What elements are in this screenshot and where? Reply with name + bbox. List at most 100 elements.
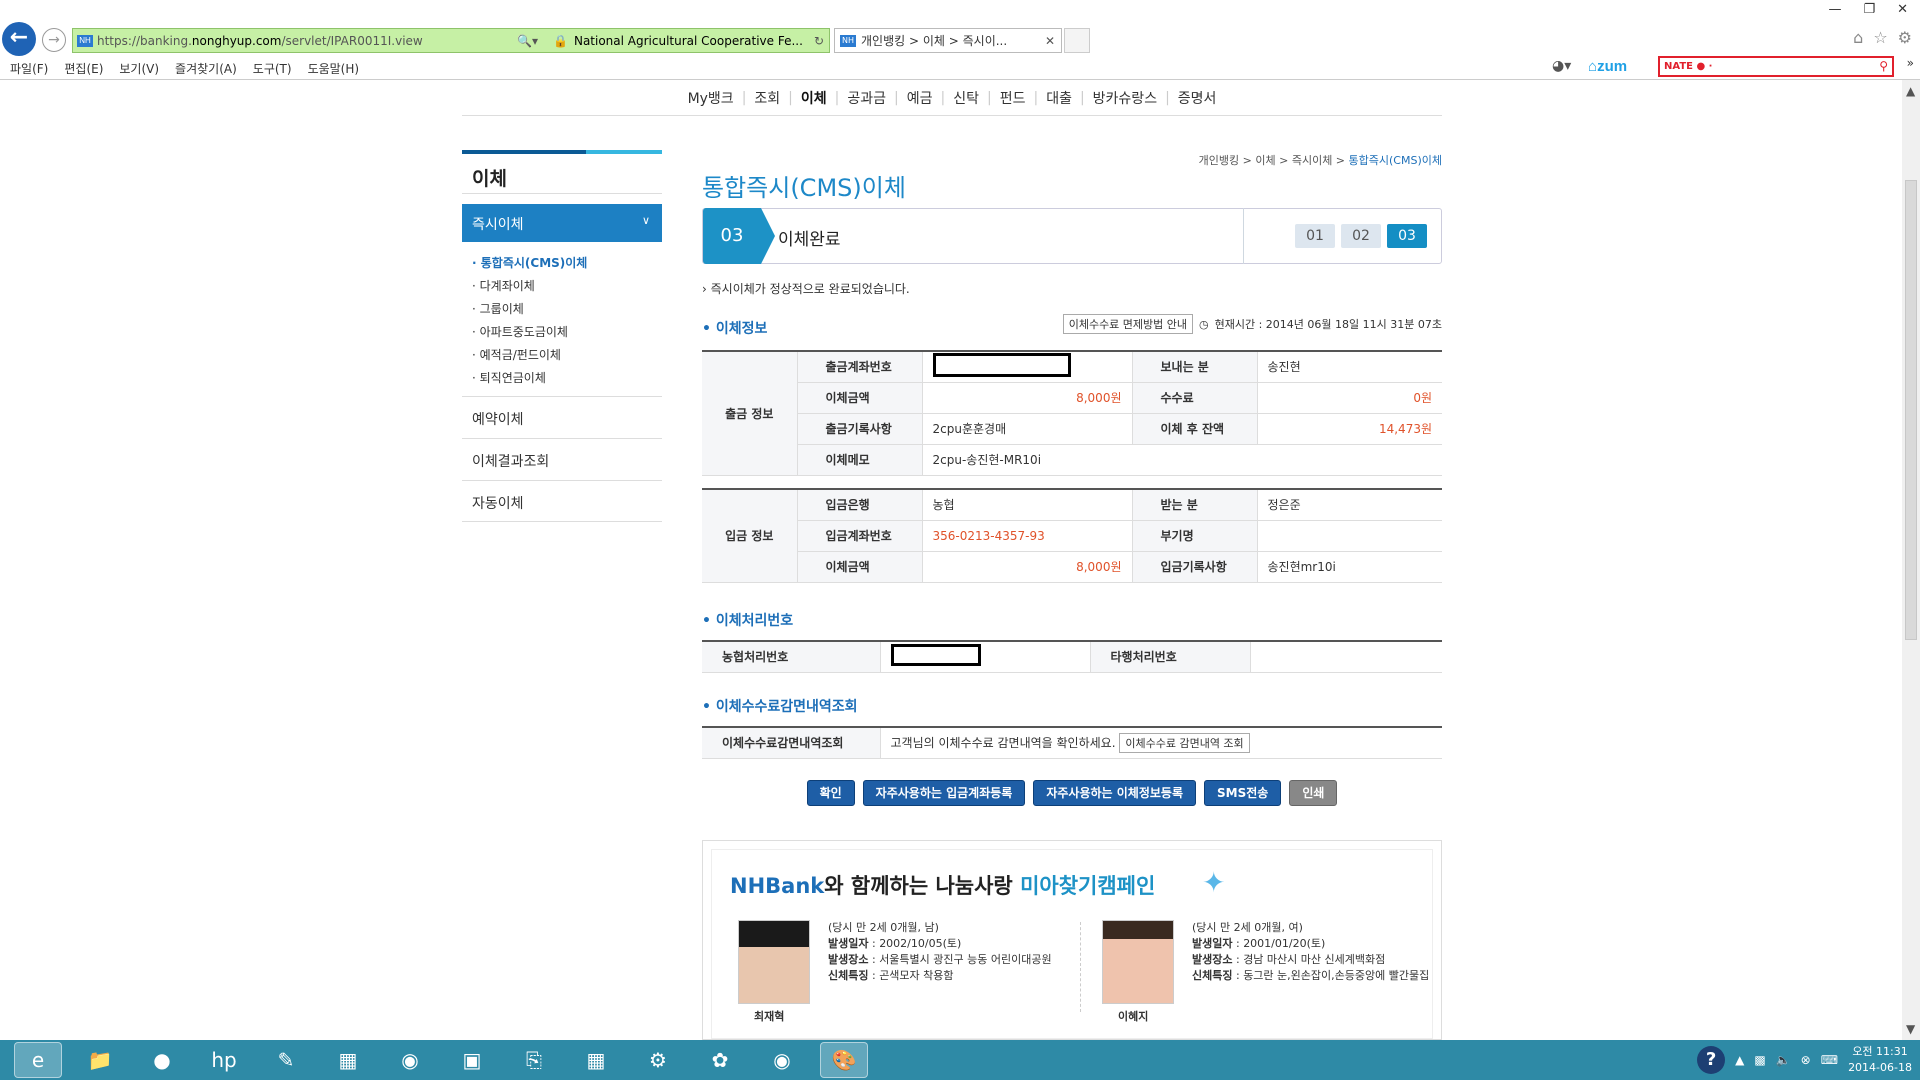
minimize-icon[interactable]: —: [1828, 2, 1841, 17]
restore-icon[interactable]: ❐: [1863, 2, 1875, 17]
gnb-loan[interactable]: 대출: [1046, 88, 1072, 108]
menu-help[interactable]: 도움말(H): [308, 60, 360, 77]
calculator-icon[interactable]: ▦: [572, 1042, 620, 1078]
gear-icon[interactable]: ⚙: [1898, 28, 1912, 47]
sidebar-item-auto[interactable]: 자동이체: [462, 480, 662, 522]
menu-edit[interactable]: 편집(E): [64, 60, 103, 77]
lock-icon[interactable]: 🔒: [553, 34, 568, 48]
gnb-trust[interactable]: 신탁: [953, 88, 979, 108]
paint-icon[interactable]: 🎨: [820, 1042, 868, 1078]
submenu-savings-fund[interactable]: · 예적금/펀드이체: [472, 344, 662, 367]
chrome-icon[interactable]: ◉: [386, 1042, 434, 1078]
in-account-value: 356-0213-4357-93: [922, 520, 1133, 552]
sender-value: 송진현: [1257, 351, 1442, 383]
field-label: 이체금액: [797, 551, 923, 583]
clock-icon: ◷: [1199, 317, 1209, 331]
app-green-icon[interactable]: ▣: [448, 1042, 496, 1078]
ie-icon[interactable]: e: [14, 1042, 62, 1078]
gnb-bancassurance[interactable]: 방카슈랑스: [1093, 88, 1157, 108]
zum-logo[interactable]: ⌂zum: [1588, 58, 1627, 75]
gnb-transfer[interactable]: 이체: [801, 88, 827, 108]
vertical-scrollbar[interactable]: ▲ ▼: [1902, 80, 1920, 1040]
menu-view[interactable]: 보기(V): [119, 60, 159, 77]
breadcrumb-item[interactable]: 즉시이체: [1292, 154, 1332, 167]
nate-search-box[interactable]: NATE ● · ⚲: [1658, 56, 1894, 77]
fee-lookup-text: 고객님의 이체수수료 감면내역을 확인하세요.: [890, 735, 1116, 750]
chevron-down-icon: ∨: [641, 214, 650, 227]
back-button[interactable]: ←: [2, 22, 36, 56]
gnb-certificate[interactable]: 증명서: [1178, 88, 1217, 108]
gnb-inquiry[interactable]: 조회: [754, 88, 780, 108]
submenu-multi-account[interactable]: · 다계좌이체: [472, 275, 662, 298]
submenu-apartment[interactable]: · 아파트중도금이체: [472, 321, 662, 344]
search-provider-icon[interactable]: ◕▾: [1552, 58, 1571, 74]
app-orange-icon[interactable]: ●: [138, 1042, 186, 1078]
sidebar-submenu: · 통합즉시(CMS)이체 · 다계좌이체 · 그룹이체 · 아파트중도금이체 …: [462, 242, 662, 396]
sidebar-item-reserved[interactable]: 예약이체: [462, 396, 662, 438]
menu-file[interactable]: 파일(F): [10, 60, 48, 77]
field-label: 이체메모: [797, 444, 923, 476]
submenu-pension[interactable]: · 퇴직연금이체: [472, 367, 662, 390]
file-explorer-icon[interactable]: 📁: [76, 1042, 124, 1078]
signal-icon[interactable]: ▩: [1754, 1053, 1765, 1067]
volume-icon[interactable]: 🔈: [1776, 1053, 1791, 1067]
scroll-up-icon[interactable]: ▲: [1906, 84, 1915, 98]
menu-favorites[interactable]: 즐겨찾기(A): [175, 60, 237, 77]
menu-tools[interactable]: 도구(T): [253, 60, 292, 77]
balance-value: 14,473원: [1257, 413, 1442, 445]
print-button[interactable]: 인쇄: [1289, 780, 1338, 806]
browser-tab[interactable]: NH 개인뱅킹 > 이체 > 즉시이... ✕: [834, 28, 1062, 53]
gnb-deposit[interactable]: 예금: [907, 88, 933, 108]
network-app-icon[interactable]: ⎘: [510, 1042, 558, 1078]
image-viewer-icon[interactable]: ▦: [324, 1042, 372, 1078]
masked-processing-number: [880, 641, 1091, 673]
app-tools-icon[interactable]: ⚙: [634, 1042, 682, 1078]
fee-guide-button[interactable]: 이체수수료 면제방법 안내: [1062, 314, 1194, 334]
address-bar[interactable]: NH https://banking.nonghyup.com/servlet/…: [72, 28, 830, 53]
breadcrumb-item[interactable]: 이체: [1255, 154, 1275, 167]
scroll-thumb[interactable]: [1905, 180, 1917, 640]
refresh-icon[interactable]: ↻: [814, 34, 824, 48]
breadcrumb-item[interactable]: 개인뱅킹: [1199, 154, 1239, 167]
keyboard-icon[interactable]: ⌨: [1821, 1053, 1838, 1067]
confirm-button[interactable]: 확인: [806, 780, 855, 806]
steam-icon[interactable]: ◉: [758, 1042, 806, 1078]
gnb-utility[interactable]: 공과금: [847, 88, 886, 108]
sms-button[interactable]: SMS전송: [1204, 780, 1282, 806]
section-title-transfer-info: • 이체정보: [702, 321, 768, 337]
fee-lookup-button[interactable]: 이체수수료 감면내역 조회: [1119, 732, 1250, 753]
gnb-fund[interactable]: 펀드: [1000, 88, 1026, 108]
scroll-down-icon[interactable]: ▼: [1906, 1022, 1915, 1036]
network-icon[interactable]: ⊗: [1801, 1053, 1811, 1067]
tray-arrow-icon[interactable]: ▲: [1735, 1053, 1744, 1067]
receiver-value: 정은준: [1257, 489, 1442, 521]
close-tab-icon[interactable]: ✕: [1039, 34, 1061, 48]
breadcrumb: 개인뱅킹 > 이체 > 즉시이체 > 통합즉시(CMS)이체: [1198, 154, 1442, 167]
step-pill-active: 03: [1387, 224, 1427, 248]
hp-icon[interactable]: hp: [200, 1042, 248, 1078]
search-dropdown-icon[interactable]: 🔍▾: [517, 34, 538, 48]
sidebar-active-menu[interactable]: 즉시이체 ∨: [462, 204, 662, 242]
notepad-icon[interactable]: ✎: [262, 1042, 310, 1078]
web-page: My뱅크 | 조회 | 이체 | 공과금 | 예금 | 신탁 | 펀드 | 대출 | 방카슈랑스…: [0, 80, 1902, 1040]
missing-child-banner[interactable]: NHBank와 함께하는 나눔사랑 미아찾기캠페인 ✦ 최재혁 (당시 만 2세…: [702, 840, 1442, 1040]
step-pill: 02: [1341, 224, 1381, 248]
favorites-star-icon[interactable]: ☆: [1873, 28, 1887, 47]
site-identity[interactable]: National Agricultural Cooperative Fe...: [574, 34, 803, 48]
gnb-mybank[interactable]: My뱅크: [688, 88, 734, 108]
app-red-icon[interactable]: ✿: [696, 1042, 744, 1078]
chevron-right-icon[interactable]: »: [1907, 56, 1914, 70]
forward-button[interactable]: →: [42, 28, 66, 52]
clock[interactable]: 오전 11:31 2014-06-18: [1848, 1044, 1912, 1076]
register-transfer-button[interactable]: 자주사용하는 이체정보등록: [1033, 780, 1197, 806]
field-label: 출금계좌번호: [797, 351, 923, 383]
help-icon[interactable]: ?: [1697, 1046, 1726, 1074]
new-tab-button[interactable]: [1064, 28, 1090, 53]
close-window-icon[interactable]: ✕: [1897, 2, 1908, 17]
search-icon[interactable]: ⚲: [1879, 58, 1888, 75]
register-account-button[interactable]: 자주사용하는 입금계좌등록: [862, 780, 1026, 806]
home-icon[interactable]: ⌂: [1853, 28, 1863, 47]
submenu-group[interactable]: · 그룹이체: [472, 298, 662, 321]
sidebar-item-result[interactable]: 이체결과조회: [462, 438, 662, 480]
submenu-cms-transfer[interactable]: · 통합즉시(CMS)이체: [472, 252, 662, 275]
